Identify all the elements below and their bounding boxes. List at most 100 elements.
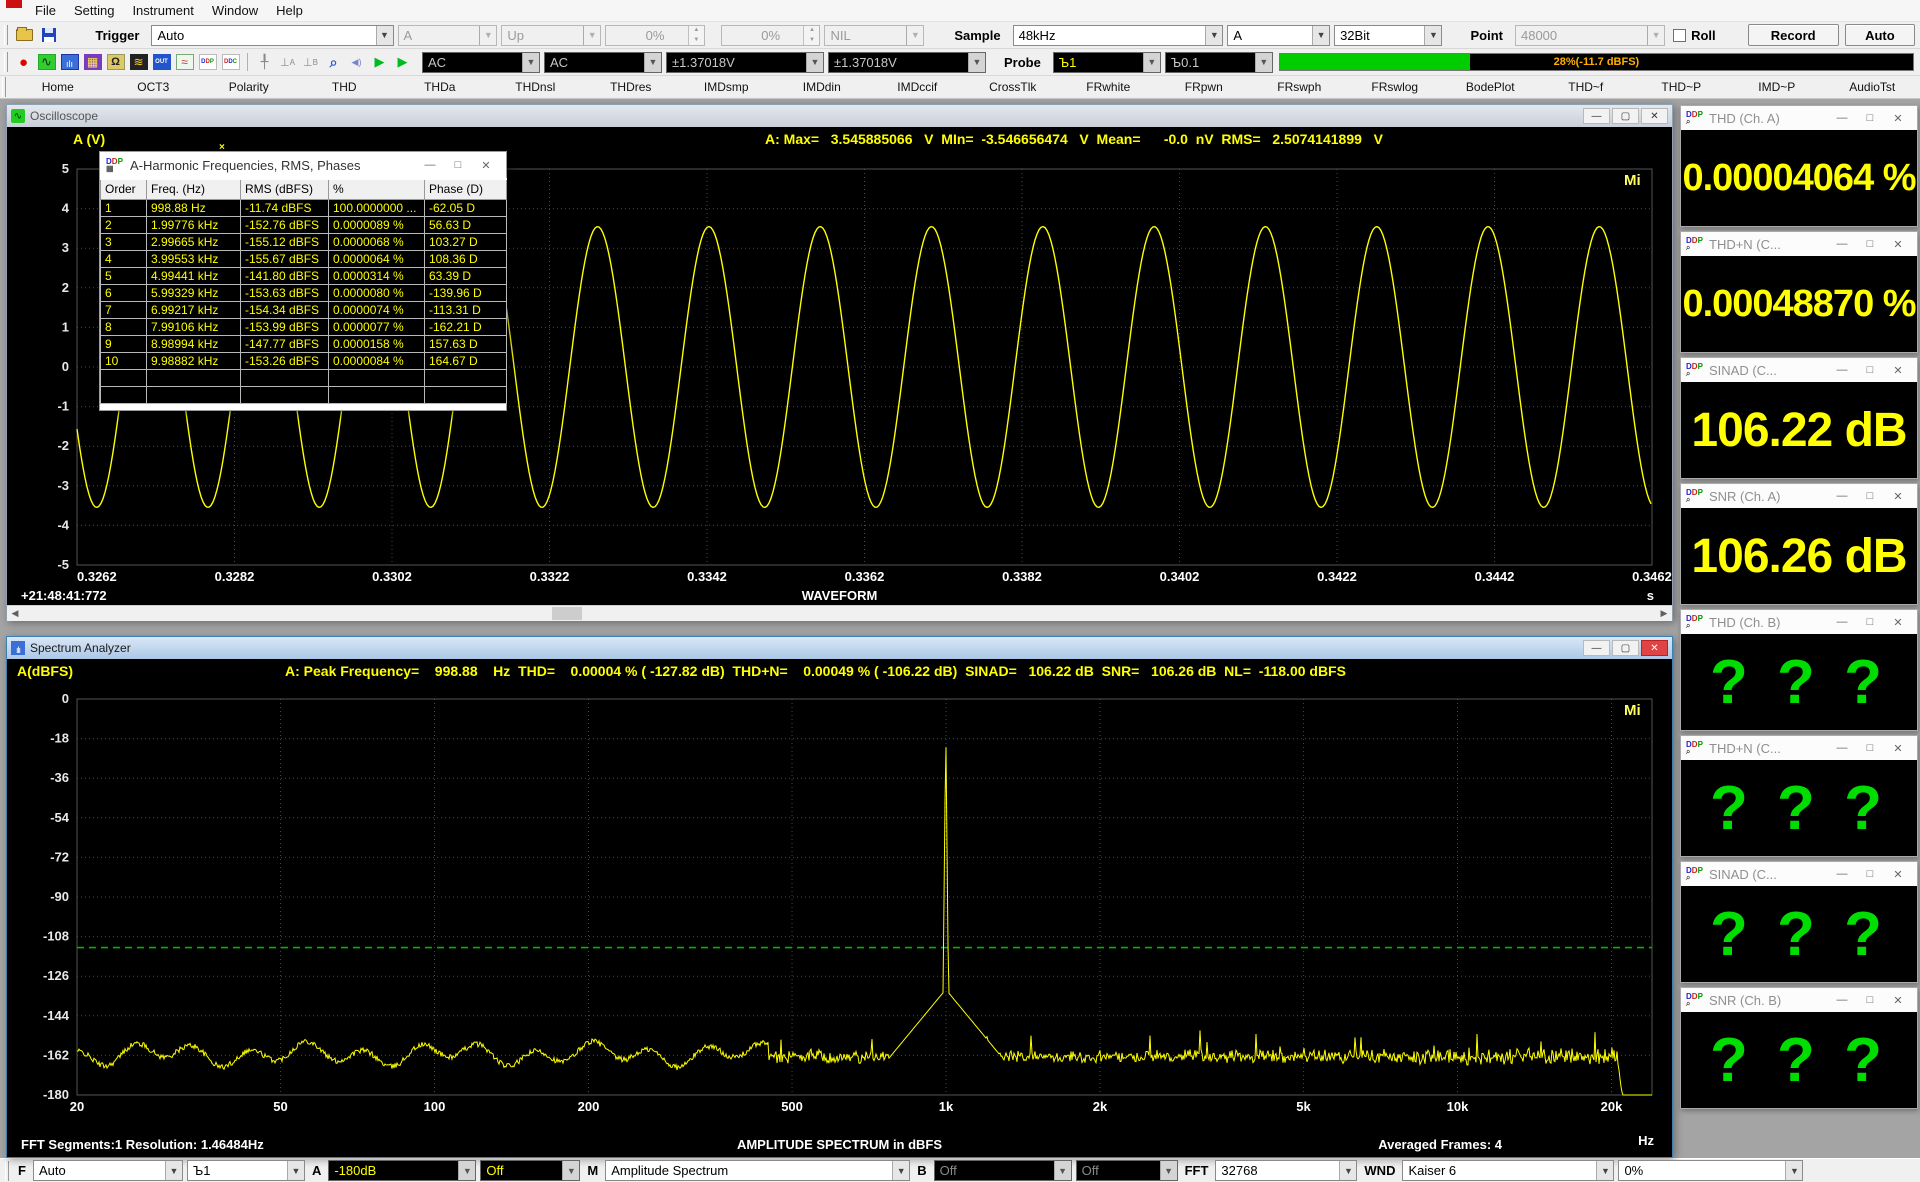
- trigger-hpf-select[interactable]: NIL▼: [824, 25, 924, 46]
- auto-scale-button[interactable]: Auto: [1845, 24, 1915, 46]
- oscilloscope-icon[interactable]: ∿: [37, 53, 56, 71]
- a-ref-select[interactable]: Off▼: [480, 1160, 580, 1181]
- sample-channel-select[interactable]: A▼: [1227, 25, 1330, 46]
- harmonic-table-row[interactable]: [101, 386, 507, 403]
- tab-thdnsl[interactable]: THDnsl: [488, 80, 584, 94]
- trigger-mode-select[interactable]: Auto▼: [151, 25, 393, 46]
- harmonic-col-header[interactable]: Order: [101, 179, 147, 199]
- signal-generator-icon[interactable]: ≋: [129, 53, 148, 71]
- sample-bits-select[interactable]: 32Bit▼: [1334, 25, 1442, 46]
- maximize-button[interactable]: □: [444, 156, 472, 174]
- panel-titlebar[interactable]: DDP⌕SNR (Ch. A)—□✕: [1681, 484, 1917, 508]
- tab-thdres[interactable]: THDres: [583, 80, 679, 94]
- scroll-left-icon[interactable]: ◀: [7, 606, 23, 621]
- a-range-select[interactable]: -180dB▼: [328, 1160, 476, 1181]
- minimize-button[interactable]: —: [1828, 865, 1856, 883]
- oscilloscope-hscrollbar[interactable]: ◀ ▶: [7, 605, 1672, 621]
- tab-frswlog[interactable]: FRswlog: [1347, 80, 1443, 94]
- close-button[interactable]: ✕: [1884, 613, 1912, 631]
- maximize-button[interactable]: □: [1856, 487, 1884, 505]
- minimize-button[interactable]: —: [1583, 640, 1610, 656]
- harmonic-table-row[interactable]: 109.98882 kHz-153.26 dBFS0.0000084 %164.…: [101, 352, 507, 369]
- ddp-viewer-icon[interactable]: DDP: [198, 53, 217, 71]
- close-button[interactable]: ✕: [1641, 640, 1668, 656]
- play-a-icon[interactable]: ▶: [370, 53, 389, 71]
- close-button[interactable]: ✕: [1884, 361, 1912, 379]
- sample-rate-select[interactable]: 48kHz▼: [1013, 25, 1224, 46]
- derived-data-curve-icon[interactable]: ≈: [175, 53, 194, 71]
- minimize-button[interactable]: —: [416, 156, 444, 174]
- probe-a-select[interactable]: Ъ1▼: [1053, 52, 1161, 73]
- display-mode-select[interactable]: Amplitude Spectrum▼: [605, 1160, 910, 1181]
- coupling-b-select[interactable]: AC▼: [544, 52, 662, 73]
- coupling-a-select[interactable]: AC▼: [422, 52, 540, 73]
- harmonic-table-row[interactable]: 54.99441 kHz-141.80 dBFS0.0000314 %63.39…: [101, 267, 507, 284]
- oscilloscope-titlebar[interactable]: ∿ Oscilloscope — ▢ ✕: [7, 105, 1672, 127]
- range-a-select[interactable]: ±1.37018V▼: [666, 52, 824, 73]
- b-range-select[interactable]: Off▼: [934, 1160, 1072, 1181]
- harmonic-table-row[interactable]: 43.99553 kHz-155.67 dBFS0.0000064 %108.3…: [101, 250, 507, 267]
- tab-bodeplot[interactable]: BodePlot: [1443, 80, 1539, 94]
- tab-thda[interactable]: THDa: [392, 80, 488, 94]
- tab-home[interactable]: Home: [10, 80, 106, 94]
- minimize-button[interactable]: —: [1828, 991, 1856, 1009]
- close-button[interactable]: ✕: [472, 156, 500, 174]
- harmonic-col-header[interactable]: Phase (D): [425, 179, 507, 199]
- scroll-right-icon[interactable]: ▶: [1656, 606, 1672, 621]
- spectrum-plot-area[interactable]: 0-18-36-54-72-90-108-126-144-162-1802050…: [7, 683, 1672, 1119]
- save-button[interactable]: [38, 24, 61, 46]
- harmonic-table-row[interactable]: 98.98994 kHz-147.77 dBFS0.0000158 %157.6…: [101, 335, 507, 352]
- harmonic-table-row[interactable]: 21.99776 kHz-152.76 dBFS0.0000089 %56.63…: [101, 216, 507, 233]
- play-b-icon[interactable]: ▶: [393, 53, 412, 71]
- close-button[interactable]: ✕: [1884, 109, 1912, 127]
- close-button[interactable]: ✕: [1884, 991, 1912, 1009]
- spectrum-3d-plot-icon[interactable]: ▦: [83, 53, 102, 71]
- menu-setting[interactable]: Setting: [65, 1, 123, 20]
- maximize-button[interactable]: ▢: [1612, 108, 1639, 124]
- record-button[interactable]: Record: [1748, 24, 1839, 46]
- panel-titlebar[interactable]: DDP⌕SNR (Ch. B)—□✕: [1681, 988, 1917, 1012]
- minimize-button[interactable]: —: [1828, 739, 1856, 757]
- zero-channel-a-icon[interactable]: ⊥A: [278, 53, 297, 71]
- menu-window[interactable]: Window: [203, 1, 267, 20]
- harmonic-table-row[interactable]: 76.99217 kHz-154.34 dBFS0.0000074 %-113.…: [101, 301, 507, 318]
- harmonic-table-row[interactable]: [101, 369, 507, 386]
- overlap-select[interactable]: 0%▼: [1618, 1160, 1803, 1181]
- minimize-button[interactable]: —: [1828, 487, 1856, 505]
- close-button[interactable]: ✕: [1884, 865, 1912, 883]
- menu-help[interactable]: Help: [267, 1, 312, 20]
- menu-instrument[interactable]: Instrument: [123, 1, 202, 20]
- tab-frwhite[interactable]: FRwhite: [1061, 80, 1157, 94]
- panel-titlebar[interactable]: DDP⌕THD (Ch. A)—□✕: [1681, 106, 1917, 130]
- maximize-button[interactable]: □: [1856, 865, 1884, 883]
- tab-imd~p[interactable]: IMD~P: [1729, 80, 1825, 94]
- panel-titlebar[interactable]: DDP⌕THD+N (C...—□✕: [1681, 232, 1917, 256]
- close-button[interactable]: ✕: [1641, 108, 1668, 124]
- multimeter-icon[interactable]: Ω: [106, 53, 125, 71]
- tab-frswph[interactable]: FRswph: [1252, 80, 1348, 94]
- window-function-select[interactable]: Kaiser 6▼: [1402, 1160, 1614, 1181]
- maximize-button[interactable]: □: [1856, 739, 1884, 757]
- panel-titlebar[interactable]: DDP⌕SINAD (C...—□✕: [1681, 358, 1917, 382]
- sound-output-icon[interactable]: ◀): [347, 53, 366, 71]
- harmonic-col-header[interactable]: Freq. (Hz): [147, 179, 241, 199]
- harmonic-table-row[interactable]: 1998.88 Hz-11.74 dBFS100.0000000 ...-62.…: [101, 199, 507, 216]
- trigger-delay-spinner[interactable]: 0%▲▼: [721, 25, 821, 46]
- spinner-arrows-icon[interactable]: ▲▼: [688, 26, 704, 45]
- spectrum-titlebar[interactable]: ılı Spectrum Analyzer — ▢ ✕: [7, 637, 1672, 659]
- panel-titlebar[interactable]: DDP⌕THD (Ch. B)—□✕: [1681, 610, 1917, 634]
- zoom-tool-icon[interactable]: ⌕: [324, 53, 343, 71]
- maximize-button[interactable]: □: [1856, 361, 1884, 379]
- trigger-edge-select[interactable]: Up▼: [501, 25, 601, 46]
- zero-channel-b-icon[interactable]: ⊥B: [301, 53, 320, 71]
- trigger-level-spinner[interactable]: 0%▲▼: [605, 25, 705, 46]
- maximize-button[interactable]: □: [1856, 235, 1884, 253]
- maximize-button[interactable]: ▢: [1612, 640, 1639, 656]
- harmonic-col-header[interactable]: RMS (dBFS): [241, 179, 329, 199]
- tab-imddin[interactable]: IMDdin: [774, 80, 870, 94]
- tab-audiotst[interactable]: AudioTst: [1825, 80, 1920, 94]
- record-icon[interactable]: ●: [14, 53, 33, 71]
- close-button[interactable]: ✕: [1884, 739, 1912, 757]
- close-button[interactable]: ✕: [1884, 235, 1912, 253]
- tab-thd[interactable]: THD: [297, 80, 393, 94]
